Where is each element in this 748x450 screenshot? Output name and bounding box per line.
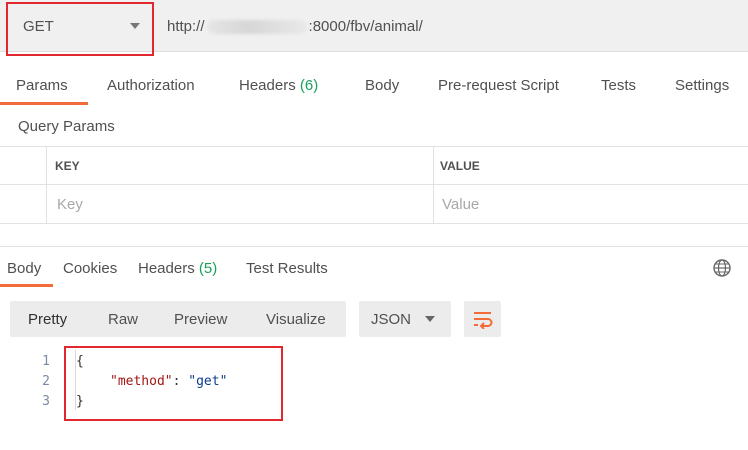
method-highlight-box bbox=[6, 2, 154, 56]
redacted-host bbox=[206, 19, 307, 34]
tab-authorization[interactable]: Authorization bbox=[107, 77, 195, 94]
headers-count: (6) bbox=[299, 77, 319, 94]
tab-settings[interactable]: Settings bbox=[675, 77, 729, 94]
table-divider bbox=[433, 147, 434, 224]
line-number: 2 bbox=[42, 374, 50, 389]
tab-pre-request-script[interactable]: Pre-request Script bbox=[438, 77, 559, 94]
language-select[interactable]: JSON bbox=[359, 301, 451, 337]
pretty-button[interactable]: Pretty bbox=[28, 311, 67, 328]
response-tab-body[interactable]: Body bbox=[7, 260, 41, 277]
raw-button[interactable]: Raw bbox=[108, 311, 138, 328]
wrap-lines-button[interactable] bbox=[464, 301, 501, 337]
section-divider bbox=[0, 246, 748, 247]
globe-icon[interactable] bbox=[712, 258, 732, 278]
table-header-row bbox=[0, 147, 748, 185]
language-label: JSON bbox=[371, 311, 412, 328]
visualize-button[interactable]: Visualize bbox=[266, 311, 326, 328]
key-column-header: KEY bbox=[55, 159, 80, 173]
tab-params[interactable]: Params bbox=[16, 77, 68, 94]
query-params-title: Query Params bbox=[18, 118, 115, 135]
preview-button[interactable]: Preview bbox=[174, 311, 227, 328]
table-divider bbox=[46, 147, 47, 224]
value-input[interactable]: Value bbox=[442, 196, 479, 213]
url-suffix: :8000/fbv/animal/ bbox=[308, 18, 423, 35]
response-tab-cookies[interactable]: Cookies bbox=[63, 260, 117, 277]
format-button-group: Pretty Raw Preview Visualize bbox=[10, 301, 346, 337]
line-number: 1 bbox=[42, 354, 50, 369]
response-tab-test-results[interactable]: Test Results bbox=[246, 260, 328, 277]
code-highlight-box bbox=[64, 346, 283, 421]
chevron-down-icon bbox=[425, 316, 435, 322]
tab-headers[interactable]: Headers (6) bbox=[239, 77, 318, 94]
tab-tests[interactable]: Tests bbox=[601, 77, 636, 94]
url-prefix: http:// bbox=[167, 18, 205, 35]
response-tab-headers[interactable]: Headers (5) bbox=[138, 260, 217, 277]
active-tab-indicator bbox=[0, 102, 88, 105]
value-column-header: VALUE bbox=[440, 159, 480, 173]
active-response-tab-indicator bbox=[0, 284, 53, 287]
url-input[interactable]: http:// :8000/fbv/animal/ bbox=[167, 18, 423, 35]
key-input[interactable]: Key bbox=[57, 196, 83, 213]
query-params-table: KEY VALUE Key Value bbox=[0, 146, 748, 224]
tab-body[interactable]: Body bbox=[365, 77, 399, 94]
wrap-lines-icon bbox=[474, 312, 493, 329]
line-number: 3 bbox=[42, 394, 50, 409]
response-headers-count: (5) bbox=[198, 260, 218, 277]
request-tabs: Params Authorization Headers (6) Body Pr… bbox=[0, 64, 748, 106]
